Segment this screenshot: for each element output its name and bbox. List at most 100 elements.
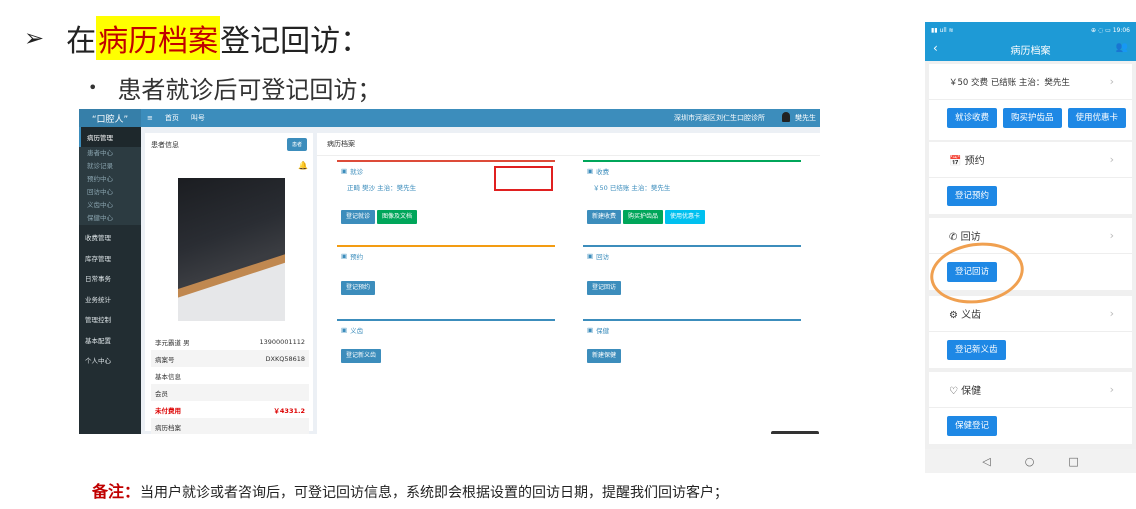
note-label: 备注： xyxy=(92,482,141,501)
nav-call[interactable]: 叫号 xyxy=(191,113,205,123)
phone-nav-bar: ‹ 病历档案 👥 xyxy=(925,38,1136,61)
bell-icon[interactable]: 🔔 xyxy=(298,161,308,170)
phone-icon: ✆ xyxy=(949,232,958,243)
main-panel: 病历档案 ▣ 就诊 正畸 樊沙 主治：樊先生 登记就诊 图像及文档 ▣ 收费 ￥50… xyxy=(317,133,820,434)
sidebar-subitem[interactable]: 回访中心 xyxy=(79,186,141,199)
archive-row[interactable]: 病历档案 xyxy=(151,418,309,434)
visit-card-title: 就诊 xyxy=(350,168,364,176)
back-icon[interactable]: ‹ xyxy=(933,41,938,55)
phone-health-section: ♡ 保健 › 保健登记 xyxy=(929,372,1132,444)
unpaid-row: 未付费用 ￥4331.2 xyxy=(151,401,309,418)
user-name[interactable]: 樊先生 xyxy=(795,113,816,123)
heading-before: 在 xyxy=(66,24,97,59)
recents-square-icon[interactable]: □ xyxy=(1068,455,1078,468)
sidebar-item[interactable]: 日常事务 xyxy=(79,266,141,287)
phone-title: 病历档案 xyxy=(1010,46,1051,57)
user-avatar-icon[interactable] xyxy=(782,112,790,122)
basic-info-label: 基本信息 xyxy=(155,372,181,381)
app-logo[interactable]: “口腔人” xyxy=(79,109,141,127)
register-revisit-button[interactable]: 登记回访 xyxy=(587,281,622,295)
denture-label: 义齿 xyxy=(961,310,982,321)
charge-header[interactable]: ￥50 交费 已结账 主治：樊先生 › xyxy=(929,64,1132,100)
phone-status-bar: ▮▮ ull ≋ ⊕ ◌ ▭ 19:06 xyxy=(925,22,1136,38)
revisit-card: ▣ 回访 登记回访 xyxy=(583,245,801,305)
archive-label: 病历档案 xyxy=(155,423,181,432)
android-nav-bar: ◁ ○ □ xyxy=(925,449,1136,473)
appoint-label: 预约 xyxy=(964,156,985,167)
charge-icon: ▣ xyxy=(587,167,594,175)
buy-care-products-button[interactable]: 购买护齿品 xyxy=(623,210,664,224)
users-icon[interactable]: 👥 xyxy=(1116,42,1128,53)
images-docs-button[interactable]: 图像及文档 xyxy=(377,210,418,224)
slide-subheading: • 患者就诊后可登记回访； xyxy=(88,70,381,105)
phone-health-register-button[interactable]: 保健登记 xyxy=(947,416,998,436)
slide: ➢ 在 病历档案 登记回访： • 患者就诊后可登记回访； “口腔人” ≡ 首页 … xyxy=(0,0,1136,509)
sidebar-item[interactable]: 库存管理 xyxy=(79,246,141,267)
scrollbar-thumb[interactable] xyxy=(771,431,819,434)
sidebar-item[interactable]: 收费管理 xyxy=(79,225,141,246)
sidebar-item[interactable]: 业务统计 xyxy=(79,287,141,308)
status-right: ⊕ ◌ ▭ 19:06 xyxy=(1091,26,1130,34)
visit-icon: ▣ xyxy=(341,167,348,175)
phone-coupon-button[interactable]: 使用优惠卡 xyxy=(1067,108,1127,128)
new-charge-button[interactable]: 新建收费 xyxy=(587,210,622,224)
patient-phone: 13900001112 xyxy=(259,337,306,346)
nav-home[interactable]: 首页 xyxy=(165,113,179,123)
sidebar-subitem[interactable]: 就诊记录 xyxy=(79,160,141,173)
heart-icon: ♡ xyxy=(949,386,958,397)
heading-after: 登记回访： xyxy=(220,24,371,59)
unpaid-amount: ￥4331.2 xyxy=(273,406,305,415)
health-label: 保健 xyxy=(961,386,982,397)
phone-buy-care-button[interactable]: 购买护齿品 xyxy=(1003,108,1062,128)
appoint-header[interactable]: 📅 预约 › xyxy=(929,142,1132,178)
record-label: 病案号 xyxy=(155,355,175,364)
basic-info-row[interactable]: 基本信息 xyxy=(151,367,309,384)
phone-charge-section: ￥50 交费 已结账 主治：樊先生 › 就诊收费 购买护齿品 使用优惠卡 xyxy=(929,64,1132,140)
sidebar-item[interactable]: 基本配置 xyxy=(79,328,141,349)
new-health-button[interactable]: 新建保健 xyxy=(587,349,622,363)
phone-appoint-section: 📅 预约 › 登记预约 xyxy=(929,142,1132,214)
sidebar: 病历管理 患者中心 就诊记录 预约中心 回访中心 义齿中心 保健中心 收费管理 … xyxy=(79,127,141,434)
health-card: ▣ 保健 新建保健 xyxy=(583,319,801,374)
revisit-card-title: 回访 xyxy=(596,253,610,261)
back-triangle-icon[interactable]: ◁ xyxy=(982,455,990,468)
gear-icon: ⚙ xyxy=(949,310,958,321)
slide-heading: ➢ 在 病历档案 登记回访： xyxy=(24,16,370,60)
sidebar-item[interactable]: 管理控制 xyxy=(79,307,141,328)
health-header[interactable]: ♡ 保健 › xyxy=(929,372,1132,408)
desktop-screenshot: “口腔人” ≡ 首页 叫号 深圳市河湖区刘仁生口腔诊所 樊先生 病历管理 患者中… xyxy=(79,109,820,434)
appoint-icon: ▣ xyxy=(341,252,348,260)
patient-button[interactable]: 患者 xyxy=(286,138,307,151)
sidebar-subitem[interactable]: 预约中心 xyxy=(79,173,141,186)
phone-visit-charge-button[interactable]: 就诊收费 xyxy=(947,108,998,128)
record-number: DXKQ58618 xyxy=(265,354,305,363)
heading-highlight: 病历档案 xyxy=(96,16,221,60)
sidebar-item[interactable]: 个人中心 xyxy=(79,348,141,369)
bullet-icon: • xyxy=(88,78,98,97)
register-visit-button[interactable]: 登记就诊 xyxy=(341,210,376,224)
phone-register-appointment-button[interactable]: 登记预约 xyxy=(947,186,998,206)
health-icon: ▣ xyxy=(587,326,594,334)
sidebar-group-records[interactable]: 病历管理 xyxy=(79,127,141,147)
sidebar-subitem[interactable]: 保健中心 xyxy=(79,212,141,225)
member-row[interactable]: 会员 xyxy=(151,384,309,401)
chevron-right-icon: › xyxy=(1109,229,1114,242)
patient-name-row: 李元霸道 男 13900001112 xyxy=(151,333,309,350)
sidebar-subitem[interactable]: 义齿中心 xyxy=(79,199,141,212)
patient-photo xyxy=(178,178,285,321)
chevron-right-icon: › xyxy=(1109,153,1114,166)
subheading-text: 患者就诊后可登记回访； xyxy=(117,76,382,104)
denture-icon: ▣ xyxy=(341,326,348,334)
register-denture-button[interactable]: 登记新义齿 xyxy=(341,349,382,363)
use-coupon-button[interactable]: 使用优惠卡 xyxy=(665,210,706,224)
revisit-icon: ▣ xyxy=(587,252,594,260)
home-circle-icon[interactable]: ○ xyxy=(1025,455,1035,468)
top-bar: “口腔人” ≡ 首页 叫号 深圳市河湖区刘仁生口腔诊所 樊先生 xyxy=(79,109,820,127)
revisit-highlight-box xyxy=(494,166,553,191)
sidebar-subitem[interactable]: 患者中心 xyxy=(79,147,141,160)
register-appointment-button[interactable]: 登记预约 xyxy=(341,281,376,295)
revisit-label: 回访 xyxy=(960,232,981,243)
menu-toggle-icon[interactable]: ≡ xyxy=(147,114,153,122)
arrow-bullet-icon: ➢ xyxy=(24,24,45,52)
phone-register-denture-button[interactable]: 登记新义齿 xyxy=(947,340,1006,360)
